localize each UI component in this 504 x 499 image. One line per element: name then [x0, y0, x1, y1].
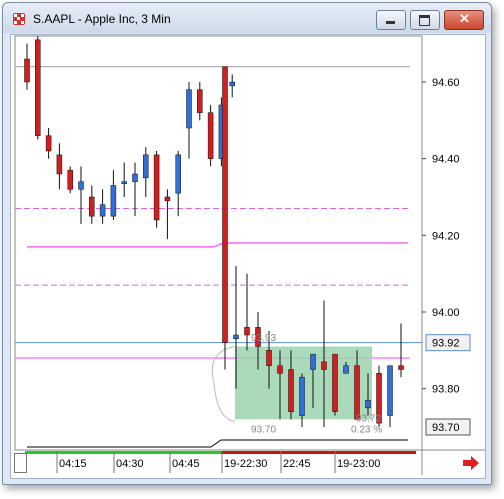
- session-two-candle[interactable]: [266, 350, 272, 366]
- session-one-candle[interactable]: [186, 89, 192, 129]
- x-tick-label: 22:45: [283, 458, 311, 470]
- session-two-candle[interactable]: [321, 361, 327, 370]
- y-tick-label: 94.60: [432, 77, 460, 89]
- close-icon: ✕: [459, 11, 470, 26]
- y-tick-label: 94.00: [432, 307, 460, 319]
- session-two-candle[interactable]: [387, 365, 393, 416]
- chart-panel[interactable]: 93.93 93.70 0.23 % 93.72 94.60 94.40 94.20 94.0…: [10, 34, 486, 479]
- target-label: 93.93: [251, 333, 276, 344]
- session-one-candle[interactable]: [35, 39, 41, 136]
- session-bar-red: [221, 451, 416, 454]
- session-one-candle[interactable]: [89, 196, 95, 217]
- y-tick-label: 93.80: [432, 384, 460, 396]
- minimize-button[interactable]: [376, 10, 406, 30]
- session-two-candle[interactable]: [288, 369, 294, 412]
- chart-window: S.AAPL - Apple Inc, 3 Min ✕ 93.93 93.70 0.…: [2, 2, 492, 485]
- y-tick-label: 94.20: [432, 230, 460, 242]
- maximize-icon: [419, 15, 430, 26]
- session-two-candle[interactable]: [244, 327, 250, 336]
- title-bar[interactable]: S.AAPL - Apple Inc, 3 Min ✕: [3, 3, 491, 33]
- session-two-candle[interactable]: [222, 66, 228, 343]
- session-one-candle[interactable]: [164, 196, 171, 202]
- session-one-candle[interactable]: [197, 89, 203, 113]
- session-one-candle[interactable]: [143, 154, 149, 179]
- x-tick-label: 04:30: [116, 458, 144, 470]
- extra-price-label: 93.72: [356, 413, 381, 424]
- session-two-candle[interactable]: [299, 376, 305, 416]
- session-one-candle[interactable]: [153, 154, 160, 221]
- scroll-right-arrow-icon[interactable]: [463, 456, 479, 470]
- session-two-candle[interactable]: [354, 365, 360, 420]
- close-button[interactable]: ✕: [444, 10, 484, 30]
- session-two-candle[interactable]: [310, 353, 316, 370]
- y-tick-label: 94.40: [432, 154, 460, 166]
- x-tick-label: 19-23:00: [337, 458, 380, 470]
- session-one-candle[interactable]: [56, 154, 63, 175]
- price-box-label: 93.70: [432, 422, 460, 434]
- percent-label: 0.23 %: [351, 424, 382, 435]
- session-one-candle[interactable]: [229, 81, 235, 87]
- x-tick-label: 04:15: [59, 458, 87, 470]
- session-two-candle[interactable]: [233, 334, 239, 340]
- session-bar-green: [25, 451, 221, 454]
- session-one-candle[interactable]: [132, 173, 138, 182]
- window-title: S.AAPL - Apple Inc, 3 Min: [33, 12, 171, 26]
- session-one-candle[interactable]: [78, 181, 84, 190]
- session-two-candle[interactable]: [398, 365, 404, 370]
- session-one-candle[interactable]: [110, 185, 117, 217]
- session-two-candle[interactable]: [343, 365, 349, 374]
- session-one-candle[interactable]: [67, 169, 73, 190]
- minimize-icon: [386, 21, 395, 24]
- session-one-candle[interactable]: [175, 154, 181, 194]
- session-two-candle[interactable]: [277, 365, 283, 374]
- session-one-candle[interactable]: [45, 135, 52, 152]
- chart-app-icon: [13, 13, 25, 25]
- price-box-label: 93.92: [432, 338, 460, 350]
- session-one-candle[interactable]: [207, 112, 214, 159]
- session-one-candle[interactable]: [121, 181, 127, 184]
- session-two-candle[interactable]: [365, 399, 371, 409]
- session-one-candle[interactable]: [24, 58, 30, 83]
- scroll-start-box[interactable]: [14, 453, 27, 473]
- stop-label: 93.70: [251, 424, 276, 435]
- maximize-button[interactable]: [410, 10, 440, 30]
- x-tick-label: 19-22:30: [224, 458, 267, 470]
- session-one-candle[interactable]: [99, 204, 106, 217]
- session-two-candle[interactable]: [332, 353, 338, 412]
- chart-canvas[interactable]: 93.93 93.70 0.23 %93.72 94.60 94.40 94.20 94.0…: [11, 35, 485, 478]
- x-tick-label: 04:45: [172, 458, 200, 470]
